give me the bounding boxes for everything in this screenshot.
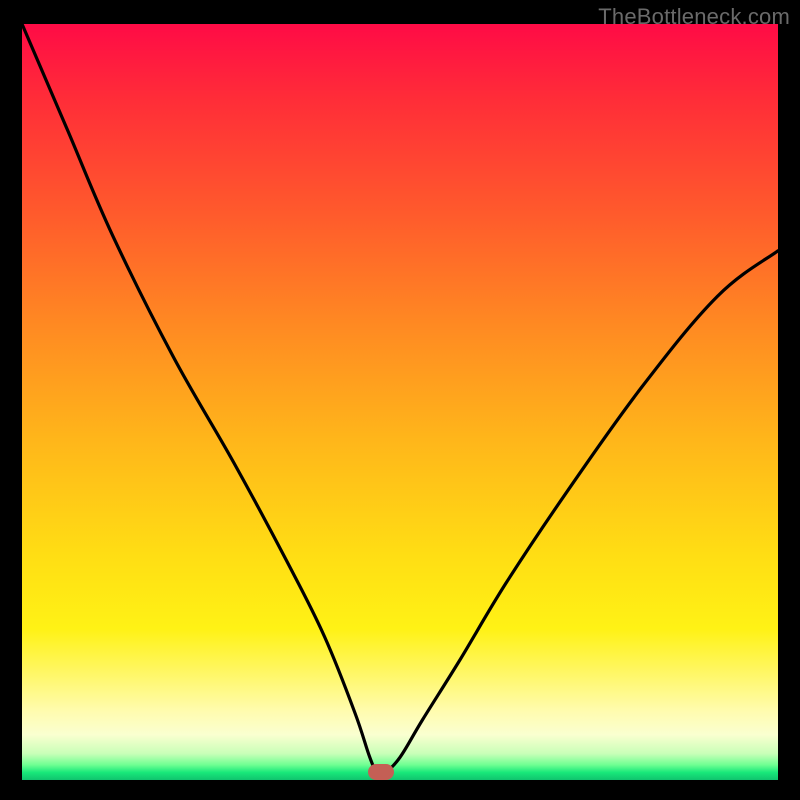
- minimum-marker: [368, 764, 394, 780]
- plot-area: [22, 24, 778, 780]
- bottleneck-curve: [22, 24, 778, 780]
- watermark-text: TheBottleneck.com: [598, 4, 790, 30]
- curve-path: [22, 24, 778, 775]
- chart-frame: TheBottleneck.com: [0, 0, 800, 800]
